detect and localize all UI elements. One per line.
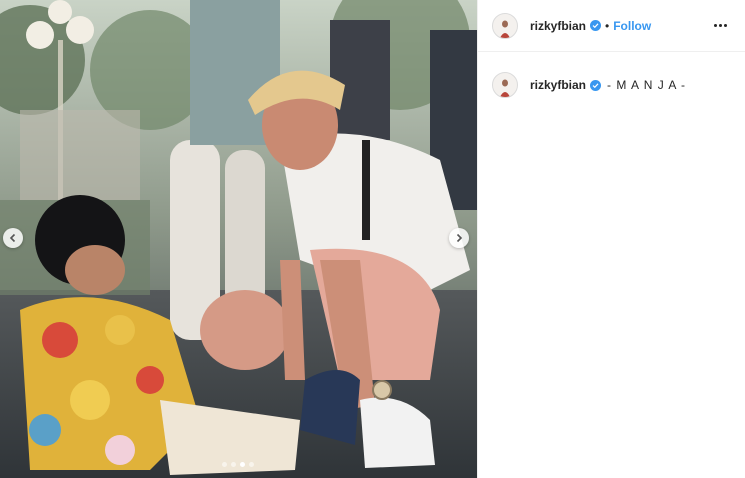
header-separator: • bbox=[605, 18, 610, 33]
verified-badge-icon bbox=[590, 79, 602, 91]
post-header: rizkyfbian • Follow bbox=[478, 0, 745, 52]
carousel-dot bbox=[249, 462, 254, 467]
post-side-panel: rizkyfbian • Follow rizkyfbian - M A N J… bbox=[477, 0, 745, 478]
caption-username-link[interactable]: rizkyfbian bbox=[530, 78, 586, 92]
carousel-indicator bbox=[222, 462, 254, 467]
carousel-dot bbox=[231, 462, 236, 467]
caption-text: - M A N J A - bbox=[607, 78, 687, 92]
photo-illustration bbox=[0, 0, 477, 478]
avatar-image bbox=[500, 79, 510, 97]
post-photo[interactable] bbox=[0, 0, 477, 478]
avatar-image bbox=[500, 20, 510, 38]
verified-badge-icon bbox=[590, 20, 602, 31]
carousel-next-button[interactable] bbox=[449, 228, 469, 248]
post-caption: rizkyfbian - M A N J A - bbox=[478, 52, 745, 98]
more-options-icon[interactable] bbox=[710, 20, 731, 31]
chevron-right-icon bbox=[456, 233, 463, 243]
username-link[interactable]: rizkyfbian bbox=[530, 19, 586, 33]
carousel-prev-button[interactable] bbox=[3, 228, 23, 248]
caption-avatar[interactable] bbox=[492, 72, 518, 98]
carousel-dot bbox=[222, 462, 227, 467]
avatar[interactable] bbox=[492, 12, 518, 39]
chevron-left-icon bbox=[9, 233, 16, 243]
carousel-dot-active bbox=[240, 462, 245, 467]
follow-button[interactable]: Follow bbox=[613, 19, 651, 33]
